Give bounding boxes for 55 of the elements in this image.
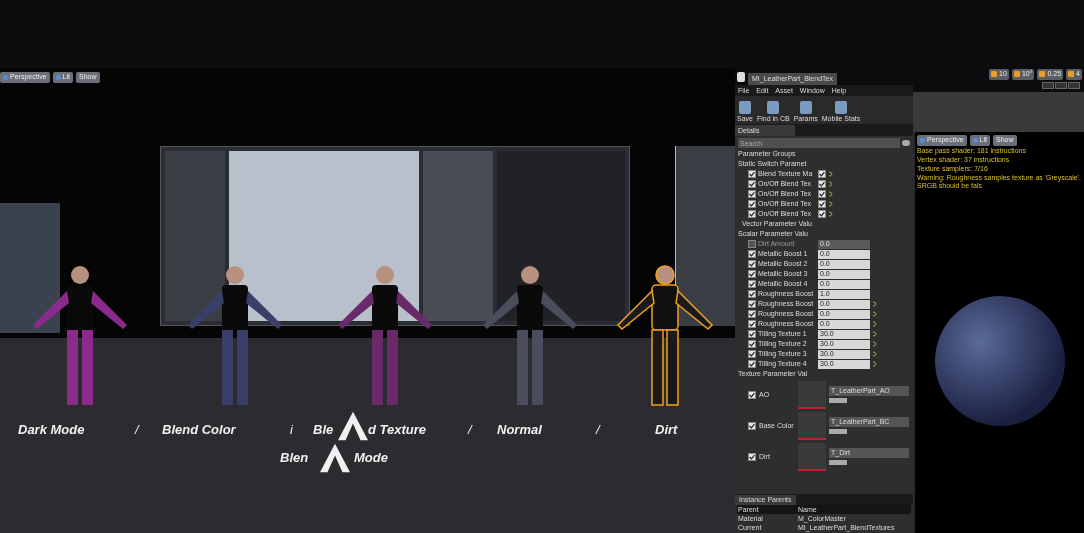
floor-label: Blend Color [162,421,236,439]
checkbox[interactable] [748,390,756,399]
checkbox[interactable] [748,350,756,358]
checkbox[interactable] [818,180,826,188]
floor-label: d Texture [368,421,427,439]
check-icon [749,453,755,460]
checkbox[interactable] [748,200,756,208]
checkbox[interactable] [748,210,756,218]
texture-thumbnail [798,411,826,440]
tool-icon [835,101,848,114]
checkbox[interactable] [748,280,756,288]
snap-icon [1039,71,1046,77]
checkbox[interactable] [818,170,826,178]
checkbox[interactable] [748,360,756,368]
texture-thumbnail [798,380,826,409]
checkbox[interactable] [748,240,756,248]
logo-icon [338,410,368,442]
checkbox[interactable] [748,320,756,328]
eye-icon[interactable] [902,140,910,146]
checkbox[interactable] [818,210,826,218]
snap-icon [991,71,998,77]
checkbox[interactable] [748,340,756,348]
logo-icon [320,442,350,474]
floor-label: Dark Mode [18,421,85,439]
separator-text: / [468,421,472,439]
snap-icon [1013,71,1020,77]
separator-text: / [135,421,139,439]
tool-icon [739,101,751,114]
check-icon [749,422,755,429]
checkbox[interactable] [818,190,826,198]
checkbox[interactable] [818,200,826,208]
checkbox[interactable] [748,180,756,188]
floor-label: Ble [313,421,334,439]
checkbox[interactable] [748,330,756,338]
checkbox[interactable] [748,250,756,258]
tool-icon [799,101,812,114]
checkbox[interactable] [748,260,756,268]
checkbox[interactable] [748,452,756,461]
checkbox[interactable] [748,300,756,308]
checkbox[interactable] [748,310,756,318]
checkbox[interactable] [748,170,756,178]
floor-label: Blen [280,449,309,467]
checkbox[interactable] [748,190,756,198]
floor-label: Normal [497,421,542,439]
floor-label: Dirt [655,421,678,439]
floor-label: Mode [354,449,388,467]
checkbox[interactable] [748,270,756,278]
check-icon [749,391,755,398]
snap-icon [1068,71,1075,77]
separator-text: i [290,421,293,439]
texture-thumbnail [798,442,826,471]
separator-text: / [596,421,600,439]
checkbox[interactable] [748,421,756,430]
tool-icon [767,101,780,114]
checkbox[interactable] [748,290,756,298]
